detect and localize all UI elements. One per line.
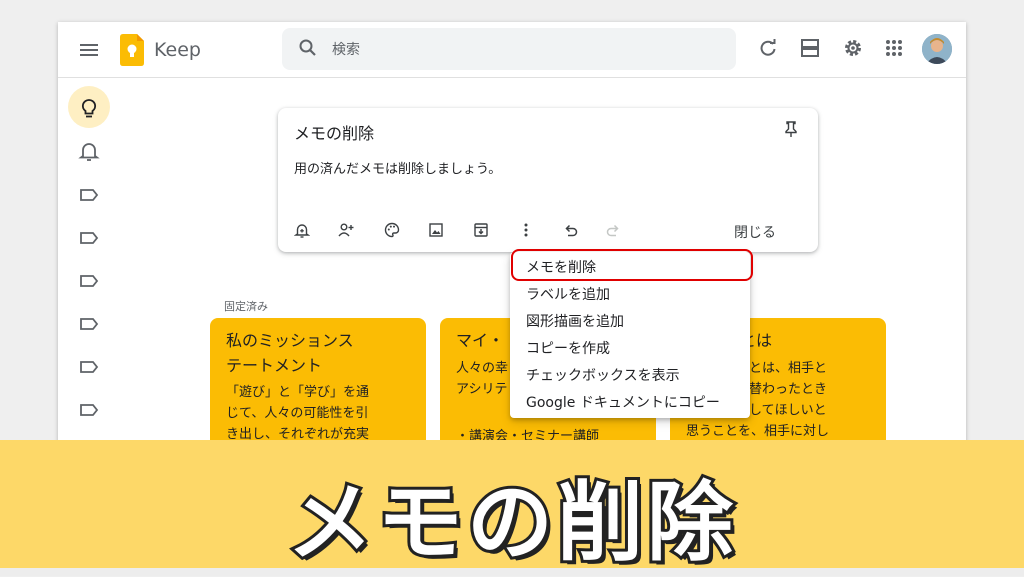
note-card-title: 私のミッションス — [226, 331, 354, 350]
label-tag-icon[interactable] — [78, 227, 100, 249]
menu-item-add-drawing[interactable]: 図形描画を追加 — [526, 310, 624, 334]
label-tag-icon[interactable] — [78, 270, 100, 292]
bottom-strip — [0, 568, 1024, 576]
search-icon[interactable] — [298, 38, 318, 58]
keep-window: Keep 検索 メモの削除 用の済んだメモは削除しましょう。 閉じる 固定済み … — [58, 22, 966, 452]
top-bar: Keep — [58, 22, 966, 78]
note-body[interactable]: 用の済んだメモは削除しましょう。 — [294, 158, 501, 177]
note-card-text: 思うことを、相手に対し — [686, 424, 830, 439]
archive-icon[interactable] — [473, 222, 489, 238]
menu-item-make-copy[interactable]: コピーを作成 — [526, 337, 610, 361]
more-options-icon[interactable] — [518, 222, 534, 238]
close-button[interactable]: 閉じる — [734, 222, 776, 242]
user-avatar[interactable] — [922, 34, 952, 64]
menu-item-add-label[interactable]: ラベルを追加 — [526, 283, 610, 307]
bell-reminder-icon[interactable] — [78, 140, 100, 162]
remind-me-icon[interactable] — [294, 222, 310, 238]
apps-grid-icon[interactable] — [884, 38, 904, 58]
redo-icon — [606, 224, 619, 237]
highlight-box — [511, 249, 753, 281]
lightbulb-icon[interactable] — [78, 97, 100, 119]
collaborator-icon[interactable] — [338, 222, 354, 238]
note-card[interactable]: 私のミッションス テートメント 「遊び」と「学び」を通 じて、人々の可能性を引 … — [210, 318, 426, 452]
search-bar[interactable] — [282, 28, 736, 70]
label-tag-icon[interactable] — [78, 399, 100, 421]
menu-item-copy-to-docs[interactable]: Google ドキュメントにコピー — [526, 391, 720, 415]
search-input[interactable] — [330, 37, 714, 63]
note-editor[interactable]: メモの削除 用の済んだメモは削除しましょう。 閉じる — [278, 108, 818, 252]
refresh-icon[interactable] — [758, 38, 778, 58]
note-card-text: 「遊び」と「学び」を通 — [226, 385, 370, 400]
note-card-title: マイ・ — [456, 331, 505, 350]
main-menu-icon[interactable] — [80, 42, 98, 58]
note-title[interactable]: メモの削除 — [294, 120, 374, 144]
app-title: Keep — [154, 39, 201, 61]
palette-icon[interactable] — [384, 222, 400, 238]
label-tag-icon[interactable] — [78, 356, 100, 378]
settings-gear-icon[interactable] — [843, 38, 863, 58]
undo-icon[interactable] — [562, 222, 578, 238]
list-view-icon[interactable] — [800, 38, 820, 58]
pin-icon[interactable] — [782, 120, 800, 138]
pinned-section-label: 固定済み — [224, 300, 268, 313]
note-card-text: じて、人々の可能性を引 — [226, 406, 369, 421]
caption-banner: メモの削除 — [0, 440, 1024, 576]
keep-logo-icon — [120, 34, 144, 66]
caption-title: メモの削除 — [284, 470, 737, 576]
label-tag-icon[interactable] — [78, 313, 100, 335]
menu-item-show-checkboxes[interactable]: チェックボックスを表示 — [526, 364, 680, 388]
note-card-title: テートメント — [226, 356, 323, 375]
add-image-icon[interactable] — [428, 222, 444, 238]
label-tag-icon[interactable] — [78, 184, 100, 206]
